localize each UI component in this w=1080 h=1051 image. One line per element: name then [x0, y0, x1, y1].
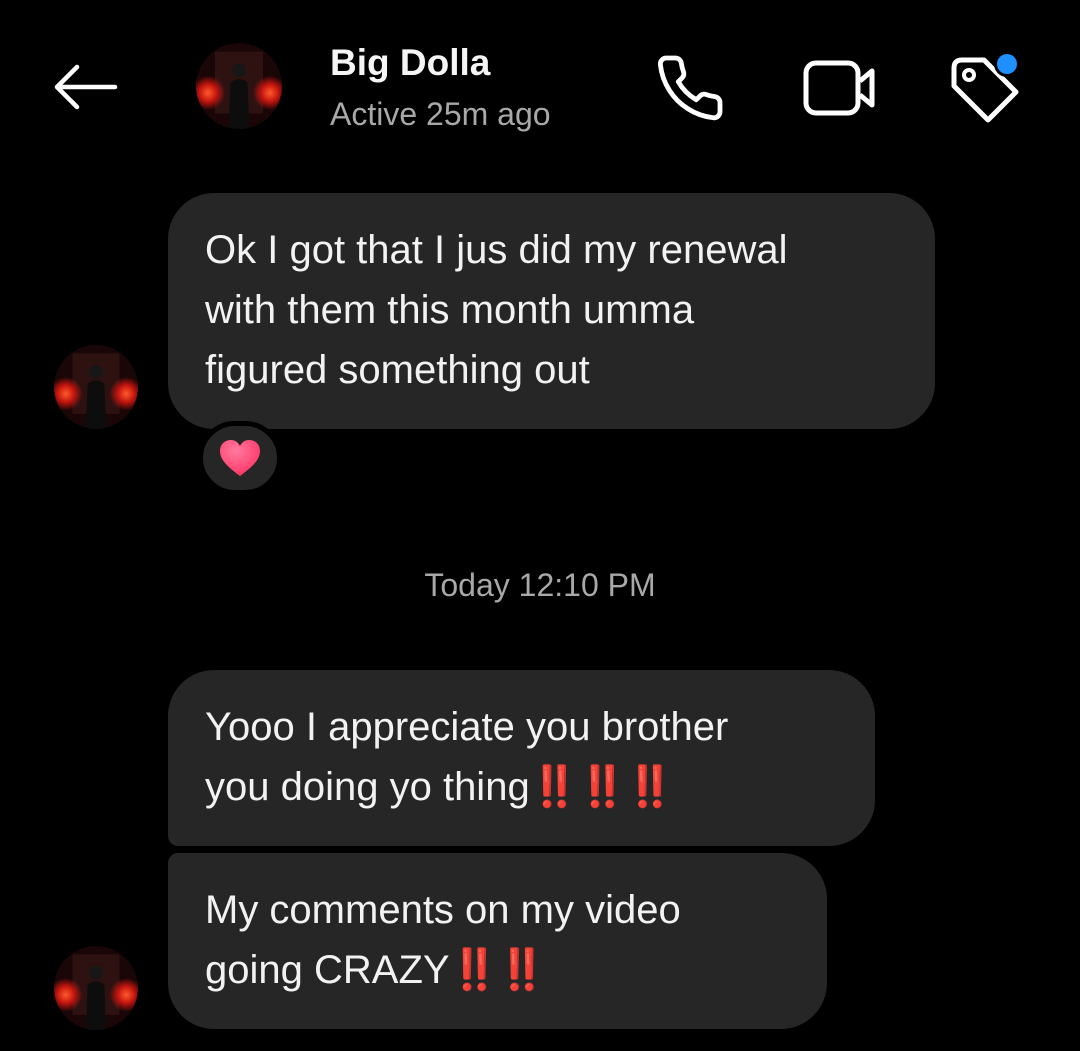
arrow-left-icon — [54, 64, 118, 110]
message-text: you doing yo thing — [205, 765, 530, 809]
sender-avatar[interactable] — [54, 345, 138, 429]
active-status: Active 25m ago — [330, 96, 551, 132]
video-camera-icon — [803, 60, 875, 116]
message-text-line: Ok I got that I jus did my renewal — [205, 228, 788, 272]
contact-name[interactable]: Big Dolla — [330, 42, 490, 84]
video-call-button[interactable] — [800, 48, 880, 128]
tag-button[interactable] — [944, 48, 1024, 128]
phone-icon — [657, 55, 723, 121]
contact-avatar[interactable] — [196, 43, 282, 129]
message-bubble[interactable]: Ok I got that I jus did my renewal with … — [168, 193, 935, 429]
notification-dot — [997, 54, 1017, 74]
message-bubble[interactable]: My comments on my video going CRAZY‼️‼️ — [168, 853, 827, 1029]
message-text-line: My comments on my video — [205, 888, 681, 932]
double-exclamation-emoji: ‼️‼️ — [449, 948, 548, 992]
message-text-line: going CRAZY‼️‼️ — [205, 940, 791, 1000]
heart-icon — [220, 440, 260, 476]
message-timestamp: Today 12:10 PM — [424, 567, 656, 603]
voice-call-button[interactable] — [650, 48, 730, 128]
chat-header: Big Dolla Active 25m ago — [0, 0, 1080, 170]
message-text-line: Yooo I appreciate you brother — [205, 705, 729, 749]
message-text: going CRAZY — [205, 948, 450, 992]
message-text-line: you doing yo thing‼️‼️‼️ — [205, 757, 839, 817]
double-exclamation-emoji: ‼️‼️‼️ — [529, 765, 675, 809]
heart-reaction[interactable] — [198, 421, 282, 495]
message-text-line: figured something out — [205, 348, 590, 392]
tag-icon — [951, 51, 1020, 123]
sender-avatar[interactable] — [54, 946, 138, 1030]
message-text-line: with them this month umma — [205, 288, 695, 332]
message-bubble[interactable]: Yooo I appreciate you brother you doing … — [168, 670, 875, 846]
back-button[interactable] — [44, 52, 124, 122]
